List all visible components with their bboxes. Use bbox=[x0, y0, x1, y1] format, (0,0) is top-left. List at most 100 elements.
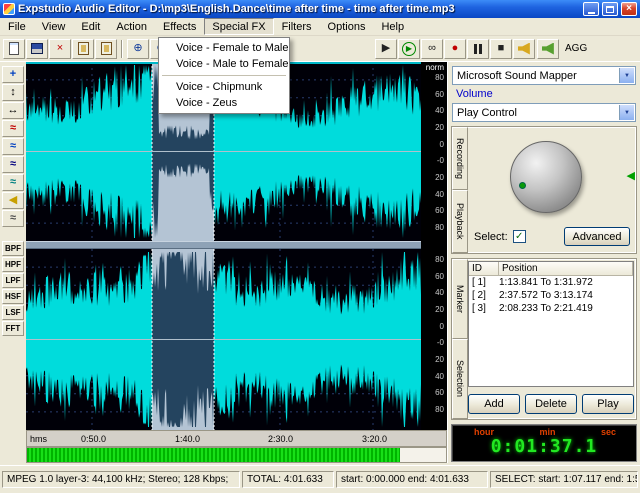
wave-blue-button[interactable]: ≈ bbox=[2, 138, 24, 155]
play-marker-button[interactable]: Play bbox=[582, 394, 634, 414]
save-button[interactable] bbox=[26, 39, 48, 59]
sound-device-select[interactable]: Microsoft Sound Mapper ▼ bbox=[452, 66, 636, 85]
waveform-right-channel[interactable] bbox=[26, 249, 421, 430]
check-icon: ✓ bbox=[515, 231, 523, 242]
minimize-button[interactable] bbox=[583, 2, 599, 16]
menu-edit[interactable]: Edit bbox=[73, 18, 108, 35]
wave-red-icon: ≈ bbox=[10, 123, 16, 134]
menu-effects[interactable]: Effects bbox=[155, 18, 204, 35]
zoom-in-icon: ⊕ bbox=[133, 43, 142, 54]
tab-recording[interactable]: Recording bbox=[452, 127, 468, 190]
app-window: Expstudio Audio Editor - D:\mp3\English.… bbox=[0, 0, 640, 493]
marker-tabs: Marker Selection bbox=[452, 259, 468, 419]
special-fx-menu: Voice - Female to Male Voice - Male to F… bbox=[158, 37, 290, 114]
time-display: hour min sec 0:01:37.1 bbox=[451, 424, 637, 462]
fft-filter-button[interactable]: FFT bbox=[2, 321, 24, 336]
advanced-button[interactable]: Advanced bbox=[564, 227, 630, 246]
pan-tool-icon: + bbox=[10, 69, 16, 80]
record-button[interactable]: ● bbox=[444, 39, 466, 59]
wave-teal-button[interactable]: ≈ bbox=[2, 174, 24, 191]
timeline-tick: 1:40.0 bbox=[175, 434, 200, 444]
menu-options[interactable]: Options bbox=[320, 18, 374, 35]
copy-button[interactable] bbox=[72, 39, 94, 59]
pause-button[interactable] bbox=[467, 39, 489, 59]
zoom-in-button[interactable]: ⊕ bbox=[127, 39, 149, 59]
volume-knob[interactable] bbox=[510, 141, 582, 213]
select-checkbox[interactable]: ✓ bbox=[513, 230, 526, 243]
play-icon: ▶ bbox=[382, 43, 390, 54]
waveform-display[interactable]: norm 806040200-020406080 806040200-02040… bbox=[26, 62, 447, 430]
menu-item-voice-female-to-male[interactable]: Voice - Female to Male bbox=[160, 40, 288, 56]
filter-buttons: BPF HPF LPF HSF LSF FFT bbox=[0, 241, 26, 336]
tab-selection[interactable]: Selection bbox=[452, 339, 468, 419]
marker-list[interactable]: ID Position [ 1] 1:13.841 To 1:31.972 [ … bbox=[468, 261, 634, 387]
knob-indicator-dot bbox=[519, 182, 526, 189]
wave-navy-icon: ≈ bbox=[10, 159, 16, 170]
timeline-tick: 2:30.0 bbox=[268, 434, 293, 444]
wave-navy-button[interactable]: ≈ bbox=[2, 156, 24, 173]
marker-list-header: ID Position bbox=[469, 262, 633, 276]
maximize-icon bbox=[606, 6, 614, 13]
timeline-ruler[interactable]: hms 0:50.0 1:40.0 2:30.0 3:20.0 bbox=[26, 430, 447, 447]
delete-button[interactable]: Delete bbox=[525, 394, 577, 414]
agg-toggle[interactable]: AGG bbox=[561, 41, 591, 56]
menu-special-fx[interactable]: Special FX bbox=[204, 18, 273, 35]
timeline-tick: 3:20.0 bbox=[362, 434, 387, 444]
paste-button[interactable] bbox=[95, 39, 117, 59]
menu-action[interactable]: Action bbox=[108, 18, 155, 35]
maximize-button[interactable] bbox=[602, 2, 618, 16]
loop-button[interactable]: ∞ bbox=[421, 39, 443, 59]
stop-button[interactable]: ■ bbox=[490, 39, 512, 59]
select-label: Select: bbox=[474, 231, 508, 243]
record-device-button[interactable] bbox=[537, 39, 559, 59]
pan-tool-button[interactable]: + bbox=[2, 66, 24, 83]
menu-file[interactable]: File bbox=[0, 18, 34, 35]
volume-control-select[interactable]: Play Control ▼ bbox=[452, 103, 636, 122]
level-meter-button[interactable]: ≈ bbox=[2, 210, 24, 227]
menu-item-voice-zeus[interactable]: Voice - Zeus bbox=[160, 95, 288, 111]
menu-item-voice-chipmunk[interactable]: Voice - Chipmunk bbox=[160, 79, 288, 95]
tab-playback[interactable]: Playback bbox=[452, 190, 468, 253]
volume-pointer-icon[interactable]: ◀ bbox=[627, 171, 635, 182]
position-scrollbar[interactable] bbox=[26, 447, 447, 463]
window-title: Expstudio Audio Editor - D:\mp3\English.… bbox=[18, 3, 580, 15]
position-fill bbox=[27, 448, 400, 462]
device-tabs: Recording Playback bbox=[452, 127, 468, 253]
wave-red-button[interactable]: ≈ bbox=[2, 120, 24, 137]
new-file-button[interactable] bbox=[3, 39, 25, 59]
chevron-down-icon[interactable]: ▼ bbox=[619, 68, 634, 83]
channel-divider bbox=[26, 241, 421, 249]
horizontal-zoom-button[interactable]: ↔ bbox=[2, 102, 24, 119]
lsf-filter-button[interactable]: LSF bbox=[2, 305, 24, 320]
monitor-speaker-icon: ◀ bbox=[9, 195, 17, 206]
add-button[interactable]: Add bbox=[468, 394, 520, 414]
monitor-button[interactable]: ◀ bbox=[2, 192, 24, 209]
level-meter-icon: ≈ bbox=[10, 213, 16, 224]
vertical-zoom-button[interactable]: ↕ bbox=[2, 84, 24, 101]
copy-icon bbox=[78, 42, 89, 55]
close-button[interactable]: × bbox=[621, 2, 637, 16]
marker-row[interactable]: [ 3] 2:08.233 To 2:21.419 bbox=[469, 302, 633, 315]
tab-marker[interactable]: Marker bbox=[452, 259, 468, 339]
menu-view[interactable]: View bbox=[34, 18, 74, 35]
play-loop-button[interactable]: ▶ bbox=[398, 39, 420, 59]
hsf-filter-button[interactable]: HSF bbox=[2, 289, 24, 304]
db-scale-right-channel: 806040200-020406080 bbox=[424, 256, 444, 414]
db-scale: norm 806040200-020406080 806040200-02040… bbox=[421, 62, 447, 430]
menu-help[interactable]: Help bbox=[373, 18, 412, 35]
lpf-filter-button[interactable]: LPF bbox=[2, 273, 24, 288]
hpf-filter-button[interactable]: HPF bbox=[2, 257, 24, 272]
cut-button[interactable]: × bbox=[49, 39, 71, 59]
volume-knob-panel: Recording Playback ◀ Select: ✓ Advanced bbox=[451, 126, 637, 254]
bpf-filter-button[interactable]: BPF bbox=[2, 241, 24, 256]
play-button[interactable]: ▶ bbox=[375, 39, 397, 59]
menu-filters[interactable]: Filters bbox=[274, 18, 320, 35]
playback-device-button[interactable] bbox=[513, 39, 535, 59]
selection-status: SELECT: start: 1:07.117 end: 1:51.120 bbox=[490, 471, 638, 488]
speaker-input-icon bbox=[542, 43, 555, 55]
menu-item-voice-male-to-female[interactable]: Voice - Male to Female bbox=[160, 56, 288, 72]
minimize-icon bbox=[588, 12, 595, 14]
chevron-down-icon[interactable]: ▼ bbox=[619, 105, 634, 120]
marker-row[interactable]: [ 1] 1:13.841 To 1:31.972 bbox=[469, 276, 633, 289]
marker-row[interactable]: [ 2] 2:37.572 To 3:13.174 bbox=[469, 289, 633, 302]
